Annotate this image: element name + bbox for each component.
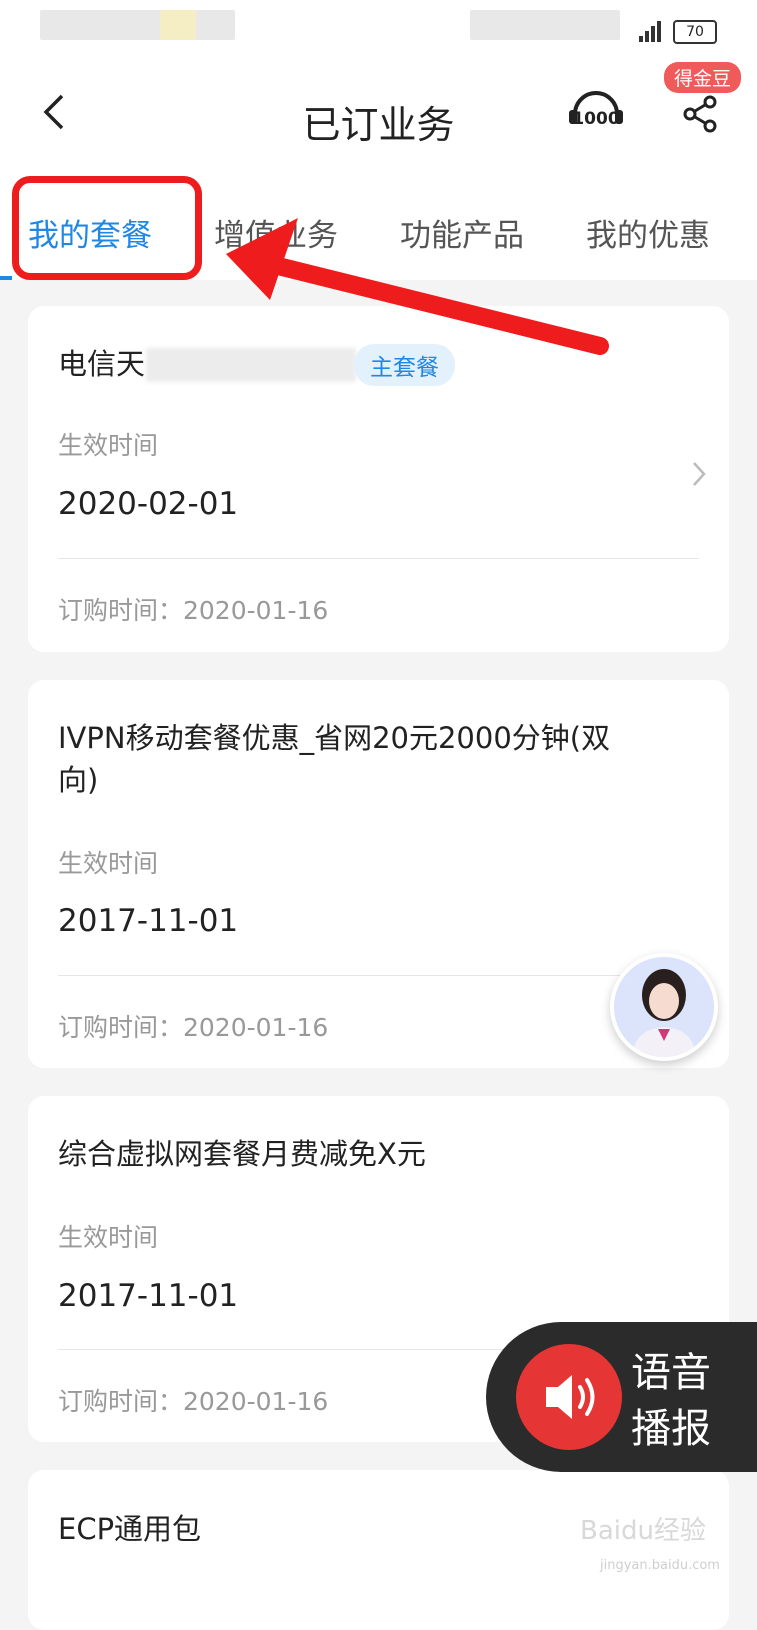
- voice-button-circle: [516, 1344, 622, 1450]
- tab-my-offers[interactable]: 我的优惠: [586, 210, 710, 255]
- effective-label: 生效时间: [58, 1223, 159, 1252]
- signal-icon: [639, 21, 661, 42]
- plan-title: IVPN移动套餐优惠_省网20元2000分钟(双: [58, 721, 611, 755]
- coin-badge[interactable]: 得金豆: [664, 62, 742, 93]
- page-title: 已订业务: [302, 103, 455, 147]
- customer-service-1000-icon[interactable]: 1000: [567, 88, 625, 138]
- effective-label: 生效时间: [58, 849, 159, 878]
- card-divider: [58, 558, 699, 559]
- plan-title: 电信天: [58, 347, 146, 381]
- status-left-blurred-accent: [160, 10, 196, 40]
- plan-title-line2: 向): [58, 763, 99, 797]
- service-icon-text: 1000: [572, 109, 619, 129]
- order-time: 订购时间：2020-01-16: [58, 1387, 329, 1416]
- battery-indicator: 70: [673, 20, 717, 44]
- order-time: 订购时间：2020-01-16: [58, 1013, 329, 1042]
- plan-card[interactable]: ECP通用包: [28, 1470, 729, 1630]
- plan-title: ECP通用包: [58, 1512, 202, 1546]
- watermark: Baidu经验: [580, 1516, 706, 1546]
- active-tab-indicator: [0, 276, 12, 280]
- chevron-right-icon: [693, 462, 706, 486]
- card-divider: [58, 975, 699, 976]
- assistant-avatar-icon: [614, 957, 714, 1057]
- effective-date: 2017-11-01: [58, 903, 239, 939]
- redacted-text: [146, 348, 356, 382]
- status-bar: 70: [0, 0, 757, 50]
- status-right-blurred: [470, 10, 620, 40]
- effective-date: 2017-11-01: [58, 1278, 239, 1314]
- plan-card[interactable]: 电信天 主套餐 生效时间 2020-02-01 订购时间：2020-01-16: [28, 306, 729, 652]
- annotation-highlight-box: [12, 176, 202, 280]
- plan-title: 综合虚拟网套餐月费减免X元: [58, 1137, 426, 1171]
- voice-broadcast-button[interactable]: 语音 播报: [486, 1322, 757, 1472]
- effective-label: 生效时间: [58, 431, 159, 460]
- order-time: 订购时间：2020-01-16: [58, 596, 329, 625]
- speaker-icon: [546, 1375, 595, 1419]
- tab-function-products[interactable]: 功能产品: [400, 210, 524, 255]
- share-icon[interactable]: [680, 94, 720, 134]
- tab-value-added[interactable]: 增值业务: [214, 210, 338, 255]
- watermark-url: jingyan.baidu.com: [600, 1558, 720, 1573]
- voice-label-line2: 播报: [631, 1406, 711, 1452]
- voice-label-line1: 语音: [631, 1350, 711, 1396]
- header: 已订业务 1000 得金豆: [0, 50, 757, 180]
- effective-date: 2020-02-01: [58, 486, 239, 522]
- main-plan-badge: 主套餐: [354, 344, 455, 386]
- status-left-blurred: [40, 10, 235, 40]
- assistant-avatar[interactable]: [610, 953, 718, 1061]
